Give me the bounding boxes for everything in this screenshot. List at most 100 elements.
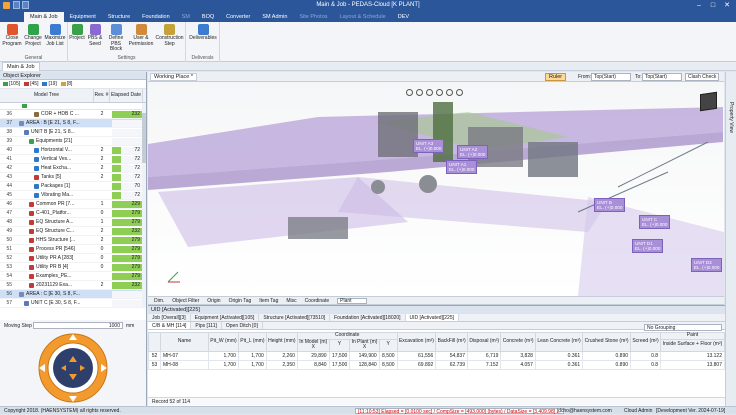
- cell-name[interactable]: MH-07: [160, 350, 209, 361]
- tree-row[interactable]: 56 AREA : C [E 30, S 8, F...: [0, 290, 146, 299]
- tree-node[interactable]: Vertical Ves...: [14, 156, 94, 162]
- table-cell[interactable]: 1,700: [208, 359, 239, 370]
- col-model-x[interactable]: In Model (m) X: [296, 338, 330, 352]
- close-program-button[interactable]: Close Program: [2, 24, 22, 47]
- table-cell[interactable]: 1,700: [237, 359, 267, 370]
- table-cell[interactable]: 128,840: [349, 359, 380, 370]
- scroll-thumb[interactable]: [142, 113, 146, 163]
- table-cell[interactable]: 0.8: [630, 359, 662, 370]
- tree-row[interactable]: 54 Examples_PE... 279: [0, 272, 146, 281]
- tree-row[interactable]: 36 COR + HDB C ... 2 232: [0, 110, 146, 119]
- table-cell[interactable]: 2,350: [265, 359, 298, 370]
- change-project-button[interactable]: Change Project: [23, 24, 43, 47]
- tree-node[interactable]: C-401_Platfor...: [14, 210, 94, 216]
- viewport-tool-button[interactable]: Misc: [286, 298, 296, 304]
- col-plant-y[interactable]: Y: [378, 338, 398, 352]
- table-cell[interactable]: 54,837: [435, 350, 468, 361]
- table-cell[interactable]: 7.152: [466, 359, 502, 370]
- define-pbs-block-button[interactable]: Define PBS Block: [105, 24, 127, 53]
- plant-model-scene[interactable]: [148, 82, 724, 296]
- project-button[interactable]: Project: [69, 24, 85, 42]
- tree-node[interactable]: Utility PR B [4]: [14, 264, 94, 270]
- grid-tab[interactable]: Structure [Activated][73510]: [259, 314, 331, 321]
- cell-name[interactable]: MH-08: [160, 359, 209, 370]
- tree-row[interactable]: 47 C-401_Platfor... 0 279: [0, 209, 146, 218]
- moving-step-input[interactable]: 1000: [33, 322, 123, 329]
- table-cell[interactable]: 6,719: [466, 350, 502, 361]
- tree-row[interactable]: 46 Common PR [7... 1 229: [0, 200, 146, 209]
- tree-row[interactable]: 43 Tanks [5] 2 72: [0, 173, 146, 182]
- tree-row[interactable]: 57 UNIT C [E 30, S 8, F...: [0, 299, 146, 308]
- table-cell[interactable]: 8,840: [296, 359, 330, 370]
- to-select[interactable]: Top(Start): [642, 73, 682, 81]
- deliverables-button[interactable]: Deliverables: [188, 24, 218, 42]
- table-row[interactable]: 53 MH-08 1,700 1,700 2,350 8,840 17,500 128,840…: [148, 359, 725, 370]
- table-cell[interactable]: 13.122: [660, 350, 725, 361]
- tree-node[interactable]: UNIT C [E 30, S 8, F...: [14, 300, 94, 306]
- table-cell[interactable]: 13.807: [660, 359, 725, 370]
- tree-node[interactable]: HHS Structure [...: [14, 237, 94, 243]
- ribbon-tab[interactable]: Structure: [102, 12, 136, 22]
- tree-row[interactable]: 50 HHS Structure [... 2 279: [0, 236, 146, 245]
- property-view-strip[interactable]: Property View: [725, 72, 736, 406]
- ribbon-tab[interactable]: Main & Job: [24, 12, 64, 22]
- coordinate-select[interactable]: Plant: [337, 297, 368, 304]
- table-cell[interactable]: 4.057: [500, 359, 536, 370]
- col-crushed-stone[interactable]: Crushed Stone (m³): [582, 332, 632, 352]
- unit-label[interactable]: UNIT D1 EL. (+)0.000: [632, 239, 664, 253]
- tree-row[interactable]: 41 Vertical Ves... 2 72: [0, 155, 146, 164]
- tree-node[interactable]: Examples_PE...: [14, 273, 94, 279]
- tree-row[interactable]: 39 Equipments [21]: [0, 137, 146, 146]
- grid-tab[interactable]: Open Ditch [0]: [222, 322, 263, 329]
- grid-tab[interactable]: Job [Overall][3]: [148, 314, 191, 321]
- col-backfill[interactable]: BackFill (m³): [435, 332, 468, 352]
- table-cell[interactable]: 1,700: [237, 350, 267, 361]
- tree-row[interactable]: 55 20231129 Exa... 2 232: [0, 281, 146, 290]
- tree-node[interactable]: Tanks [5]: [14, 174, 94, 180]
- zoom-icon[interactable]: [426, 89, 433, 96]
- tree-node[interactable]: Utility PR A [283]: [14, 255, 94, 261]
- table-row[interactable]: 52 MH-07 1,700 1,700 2,260 29,890 17,500 149,90…: [148, 350, 725, 361]
- viewport-tool-button[interactable]: Dim.: [154, 298, 164, 304]
- table-cell[interactable]: 8,500: [378, 359, 398, 370]
- explorer-scrollbar[interactable]: [142, 103, 146, 308]
- col-model-y[interactable]: Y: [328, 338, 351, 352]
- grid-tab[interactable]: Equipment [Activated][105]: [191, 314, 260, 321]
- unit-label[interactable]: UNIT B EL. (+)0.000: [594, 198, 626, 212]
- table-cell[interactable]: 2,260: [265, 350, 298, 361]
- ribbon-tab[interactable]: BOQ: [196, 12, 220, 22]
- unit-label[interactable]: UNIT A1 EL. (+)0.000: [446, 160, 478, 174]
- close-icon[interactable]: ✕: [720, 0, 734, 11]
- ribbon-tab[interactable]: Site Photos: [293, 12, 333, 22]
- tree-row[interactable]: 42 Heat Excha... 2 72: [0, 164, 146, 173]
- pan-icon[interactable]: [416, 89, 423, 96]
- tree-row[interactable]: 38 UNIT B [E 21, S 8...: [0, 128, 146, 137]
- viewport-tool-button[interactable]: Object Filter: [172, 298, 199, 304]
- tree-node[interactable]: EQ Structure A...: [14, 219, 94, 225]
- ribbon-tab[interactable]: SM Admin: [256, 12, 293, 22]
- col-elapsed[interactable]: Elapsed Date: [110, 89, 143, 102]
- user-permission-button[interactable]: User & Permission: [128, 24, 154, 47]
- tree-node[interactable]: COR + HDB C ...: [14, 111, 94, 117]
- tree-row[interactable]: 52 Utility PR A [283] 0 279: [0, 254, 146, 263]
- unit-label[interactable]: UNIT A3 EL. (+)0.000: [413, 139, 445, 153]
- tree-node[interactable]: Horizontal V...: [14, 147, 94, 153]
- ribbon-tab[interactable]: SM: [176, 12, 196, 22]
- tree-row[interactable]: 37 AREA : B [E 21, S 8, F...: [0, 119, 146, 128]
- table-cell[interactable]: 1,700: [208, 350, 239, 361]
- ribbon-tab[interactable]: DEV: [392, 12, 415, 22]
- unit-label[interactable]: UNIT D2 EL. (+)0.000: [691, 258, 723, 272]
- tree-node[interactable]: Packages [1]: [14, 183, 94, 189]
- navigation-pad[interactable]: [0, 330, 147, 406]
- tree-node[interactable]: AREA : C [E 30, S 8, F...: [14, 291, 94, 297]
- col-rev[interactable]: Rev. #: [94, 89, 110, 102]
- table-cell[interactable]: 8,500: [378, 350, 398, 361]
- tree-node[interactable]: EQ Structure C...: [14, 228, 94, 234]
- pbs-seed-button[interactable]: PBS & Seed: [86, 24, 104, 47]
- fit-icon[interactable]: [436, 89, 443, 96]
- ribbon-tab[interactable]: Layout & Schedule: [334, 12, 392, 22]
- grouping-select[interactable]: No Grouping: [644, 324, 722, 331]
- view-cube-icon[interactable]: [456, 89, 463, 96]
- col-concrete[interactable]: Concrete (m³): [500, 332, 536, 352]
- from-select[interactable]: Top(Start): [591, 73, 631, 81]
